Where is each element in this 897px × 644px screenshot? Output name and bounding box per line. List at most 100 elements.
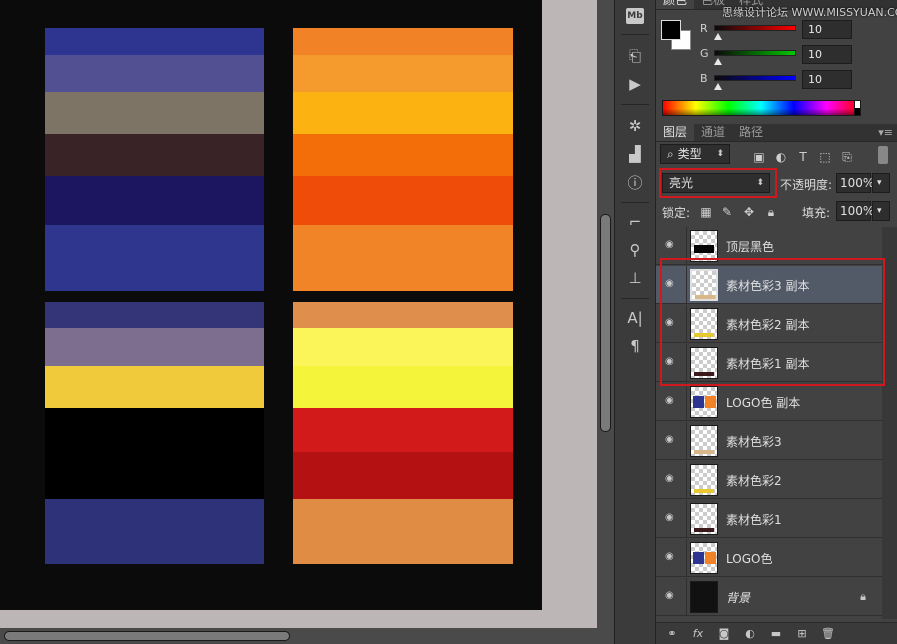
color-stripe [293,366,513,408]
folder-icon[interactable]: ▬ [768,627,784,641]
paragraph-button[interactable]: ¶ [615,334,655,358]
layer-filter-select[interactable]: ⌕ 类型 ⬍ [660,144,730,164]
color-stripe [45,328,264,366]
layer-name[interactable]: 背景 [726,589,750,606]
adjustment-layer-icon[interactable]: ◐ [742,627,758,641]
mini-bridge-button[interactable]: Mb [615,4,655,28]
smart-object-filter-icon[interactable]: ⎘ [840,150,854,164]
filter-kind-label: 类型 [677,147,702,161]
shape-filter-icon[interactable]: ⬚ [818,150,832,164]
fx-icon[interactable]: fx [690,627,706,641]
info-button[interactable]: ⓘ [615,170,655,194]
document-canvas-area[interactable] [0,0,597,628]
color-stripe [45,499,264,564]
trash-icon[interactable]: 🗑︎ [820,627,836,641]
histogram-button[interactable]: ▟ [615,142,655,166]
layer-thumbnail[interactable] [690,581,718,613]
blue-slider-knob[interactable] [714,83,722,90]
character-icon: A| [627,309,643,327]
color-stripe [45,408,264,452]
artboard[interactable] [0,0,542,610]
layer-thumbnail[interactable] [690,503,718,535]
history-button[interactable]: ⎗ [615,44,655,68]
canvas-horizontal-scrollbar[interactable] [0,628,614,644]
eye-icon[interactable]: ◉ [665,240,677,250]
layer-thumbnail[interactable] [690,425,718,457]
lock-all-icon[interactable]: 🔒︎ [764,205,778,219]
layer-row[interactable]: ◉ LOGO色 [656,539,882,577]
canvas-vertical-scrollbar[interactable] [597,0,614,628]
layer-name[interactable]: LOGO色 副本 [726,394,800,411]
color-stripe [45,225,264,291]
adjustment-filter-icon[interactable]: ◐ [774,150,788,164]
color-stripe [293,92,513,134]
red-value-input[interactable]: 10 [802,20,852,39]
tab-color[interactable]: 颜色 [656,0,695,9]
panel-menu-icon[interactable]: ▾≡ [878,126,893,139]
layer-divider [686,539,687,577]
vertical-scroll-thumb[interactable] [600,214,611,432]
layer-name[interactable]: 素材色彩2 [726,472,782,489]
green-slider-track[interactable] [714,50,796,56]
layer-name[interactable]: 顶层黑色 [726,238,774,255]
eye-icon[interactable]: ◉ [665,435,677,445]
link-layers-icon[interactable]: ⚭ [664,627,680,641]
layer-name[interactable]: LOGO色 [726,550,772,567]
opacity-dropdown-button[interactable]: ▾ [872,173,890,193]
opacity-input[interactable]: 100% [836,173,874,193]
layer-row[interactable]: ◉ 背景 🔒︎ [656,578,882,616]
color-stripe [45,176,264,225]
layer-name[interactable]: 素材色彩1 [726,511,782,528]
right-panel-dock: 颜色 色板 样式 思缘设计论坛 WWW.MISSYUAN.COM R 10 G … [656,0,897,644]
type-filter-icon[interactable]: T [796,150,810,164]
brush-presets-button[interactable]: ✲ [615,114,655,138]
layer-row[interactable]: ◉ 素材色彩1 [656,500,882,538]
red-slider-knob[interactable] [714,33,722,40]
layer-divider [686,500,687,538]
green-value-input[interactable]: 10 [802,45,852,64]
eye-icon[interactable]: ◉ [665,513,677,523]
color-spectrum-bar[interactable] [662,100,860,116]
blue-value-input[interactable]: 10 [802,70,852,89]
lock-paint-icon[interactable]: ✎ [720,205,734,219]
layer-name[interactable]: 素材色彩3 [726,433,782,450]
red-slider-track[interactable] [714,25,796,31]
tab-paths[interactable]: 路径 [732,124,770,141]
mb-icon: Mb [626,8,644,24]
tab-layers[interactable]: 图层 [656,124,695,141]
layer-row[interactable]: ◉ LOGO色 副本 [656,383,882,421]
brush-button[interactable]: ⌐ [615,210,655,234]
add-mask-icon[interactable]: ◙ [716,627,732,641]
eye-icon[interactable]: ◉ [665,474,677,484]
character-button[interactable]: A| [615,306,655,330]
fill-label: 填充: [802,206,831,220]
clone-source-button[interactable]: ⚲ [615,238,655,262]
horizontal-scroll-thumb[interactable] [4,631,290,641]
black-white-picker[interactable] [854,100,861,116]
filter-toggle-switch[interactable] [878,146,888,164]
layers-panel-tabbar: 图层 通道 路径 ▾≡ [656,124,897,142]
layer-thumbnail[interactable] [690,464,718,496]
layer-row[interactable]: ◉ 素材色彩3 [656,422,882,460]
tool-presets-button[interactable]: ⊥ [615,266,655,290]
fill-dropdown-button[interactable]: ▾ [872,201,890,221]
actions-button[interactable]: ▶ [615,72,655,96]
blue-slider-track[interactable] [714,75,796,81]
new-layer-icon[interactable]: ⊞ [794,627,810,641]
layer-row[interactable]: ◉ 素材色彩2 [656,461,882,499]
color-stripe [293,302,513,328]
layer-thumbnail[interactable] [690,542,718,574]
layer-lock-icon: 🔒︎ [860,590,866,603]
foreground-color-swatch[interactable] [661,20,681,40]
eye-icon[interactable]: ◉ [665,591,677,601]
green-slider-knob[interactable] [714,58,722,65]
tab-channels[interactable]: 通道 [694,124,732,141]
fill-input[interactable]: 100% [836,201,874,221]
layer-thumbnail[interactable] [690,386,718,418]
eye-icon[interactable]: ◉ [665,552,677,562]
lock-transparency-icon[interactable]: ▦ [699,205,713,219]
pixel-filter-icon[interactable]: ▣ [752,150,766,164]
eye-icon[interactable]: ◉ [665,396,677,406]
lock-position-icon[interactable]: ✥ [742,205,756,219]
blue-slider-label: B [700,72,708,85]
